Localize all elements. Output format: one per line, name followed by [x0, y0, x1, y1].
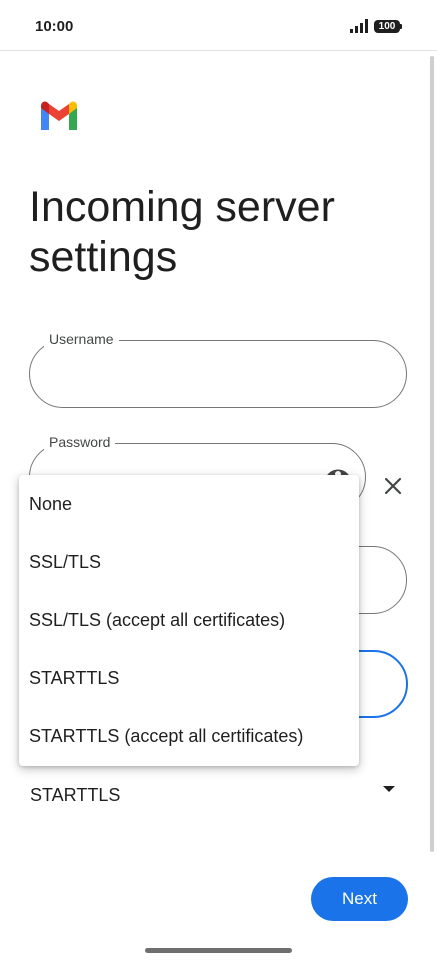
security-type-menu: None SSL/TLS SSL/TLS (accept all certifi…	[19, 475, 359, 766]
menu-option-ssl-tls[interactable]: SSL/TLS	[19, 533, 359, 591]
menu-option-none[interactable]: None	[19, 475, 359, 533]
status-bar: 10:00 100	[0, 0, 437, 51]
next-button[interactable]: Next	[311, 877, 408, 921]
home-indicator[interactable]	[145, 948, 292, 953]
menu-option-ssl-tls-accept-all[interactable]: SSL/TLS (accept all certificates)	[19, 591, 359, 649]
menu-option-starttls[interactable]: STARTTLS	[19, 649, 359, 707]
scrollbar[interactable]	[430, 56, 434, 852]
dropdown-arrow-icon[interactable]	[382, 784, 396, 794]
battery-icon: 100	[374, 20, 400, 33]
page-title: Incoming server settings	[29, 183, 335, 281]
username-label: Username	[44, 331, 119, 347]
password-label: Password	[44, 434, 116, 450]
status-time: 10:00	[35, 18, 74, 35]
username-field[interactable]: Username	[29, 331, 407, 408]
close-icon[interactable]	[380, 473, 406, 499]
gmail-logo	[41, 101, 77, 130]
battery-tip	[400, 24, 402, 29]
menu-option-starttls-accept-all[interactable]: STARTTLS (accept all certificates)	[19, 707, 359, 765]
battery-level: 100	[378, 21, 396, 32]
cell-signal-icon	[350, 19, 368, 33]
security-type-value: STARTTLS	[30, 785, 121, 805]
show-password-icon[interactable]	[325, 465, 351, 475]
